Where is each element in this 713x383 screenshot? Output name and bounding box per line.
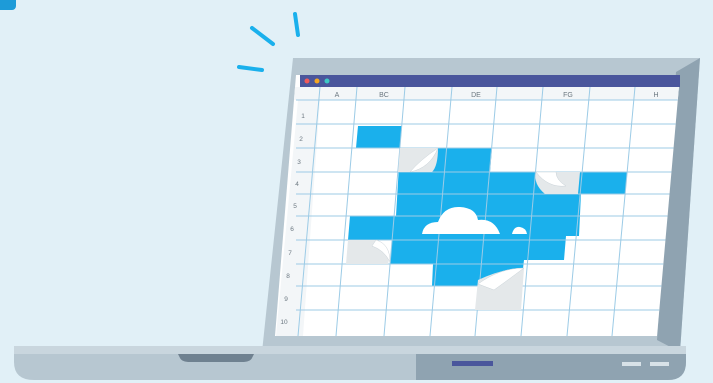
trackpad-notch <box>178 354 254 362</box>
close-dot[interactable] <box>304 78 310 84</box>
row-header: 8 <box>286 273 290 280</box>
laptop-illustration: A BC DE FG H 1 2 3 4 5 6 7 8 9 10 <box>14 12 700 380</box>
minimize-dot[interactable] <box>314 78 320 84</box>
row-header: 5 <box>293 203 297 210</box>
blue-cell-b2 <box>356 126 402 148</box>
row-header: 7 <box>288 250 292 257</box>
port-indicator <box>452 361 493 366</box>
row-header: 4 <box>295 181 299 188</box>
row-header: 1 <box>301 113 305 120</box>
row-header: 6 <box>290 226 294 233</box>
laptop-base <box>14 346 686 380</box>
col-header: H <box>653 92 658 99</box>
row-header: 9 <box>284 296 288 303</box>
col-header: BC <box>379 92 389 99</box>
blue-cell-g4 <box>578 172 627 194</box>
row-header: 3 <box>297 159 301 166</box>
sparkle-lines-icon <box>237 12 300 72</box>
screen: A BC DE FG H 1 2 3 4 5 6 7 8 9 10 <box>275 75 680 336</box>
row-header: 10 <box>280 319 288 326</box>
side-port <box>622 362 641 366</box>
side-port <box>650 362 669 366</box>
zoom-dot[interactable] <box>324 78 330 84</box>
window-title-bar <box>300 75 680 87</box>
row-header: 2 <box>299 136 303 143</box>
col-header: DE <box>471 92 481 99</box>
col-header: A <box>335 92 340 99</box>
col-header: FG <box>563 92 573 99</box>
